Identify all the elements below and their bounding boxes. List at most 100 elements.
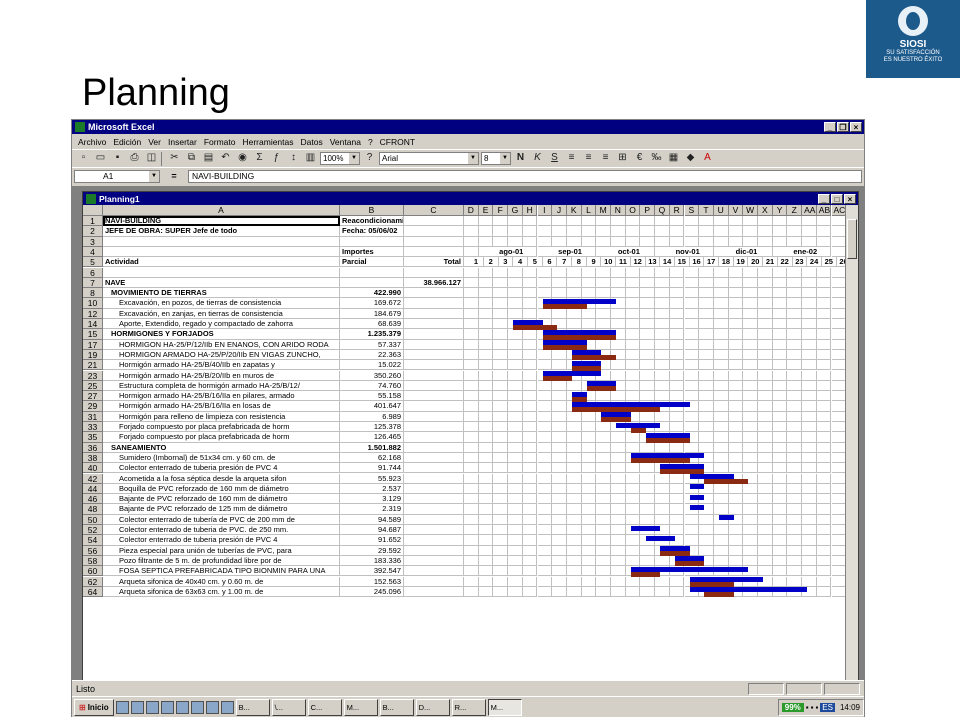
cell-total bbox=[404, 298, 464, 309]
gantt-cell bbox=[831, 319, 846, 330]
gantt-cell bbox=[699, 360, 714, 371]
quicklaunch-icon[interactable] bbox=[160, 700, 174, 714]
taskbar-task[interactable]: \... bbox=[271, 698, 306, 716]
quicklaunch-icon[interactable] bbox=[220, 700, 234, 714]
paste-icon[interactable]: ▤ bbox=[201, 151, 216, 166]
menu-item[interactable]: Ver bbox=[148, 137, 161, 147]
gantt-cell bbox=[831, 370, 846, 381]
copy-icon[interactable]: ⧉ bbox=[184, 151, 199, 166]
function-icon[interactable]: ƒ bbox=[269, 151, 284, 166]
gantt-cell bbox=[802, 576, 817, 587]
quicklaunch-icon[interactable] bbox=[190, 700, 204, 714]
italic-icon[interactable]: K bbox=[530, 151, 545, 166]
quicklaunch-icon[interactable] bbox=[115, 700, 129, 714]
close-button[interactable]: × bbox=[850, 122, 862, 132]
gantt-cell bbox=[493, 545, 509, 556]
tray-icon[interactable]: ▪ bbox=[815, 703, 818, 712]
zoom-select[interactable]: 100% ▼ bbox=[320, 152, 360, 165]
taskbar-task[interactable]: B... bbox=[235, 698, 270, 716]
quicklaunch-icon[interactable] bbox=[205, 700, 219, 714]
fill-color-icon[interactable]: ◆ bbox=[683, 151, 698, 166]
menu-item[interactable]: Datos bbox=[301, 137, 323, 147]
gantt-cell bbox=[611, 473, 626, 484]
save-icon[interactable]: ▪ bbox=[110, 151, 125, 166]
name-box[interactable]: A1 ▼ bbox=[74, 169, 160, 183]
gantt-cell bbox=[787, 525, 803, 536]
menu-item[interactable]: ? bbox=[368, 137, 373, 147]
gantt-cell bbox=[566, 277, 582, 289]
quicklaunch-icon[interactable] bbox=[130, 700, 144, 714]
language-indicator[interactable]: ES bbox=[820, 702, 835, 712]
gantt-bar bbox=[704, 592, 734, 598]
chart-icon[interactable]: ▥ bbox=[303, 151, 318, 166]
gantt-cell bbox=[655, 380, 670, 392]
taskbar-task[interactable]: M... bbox=[343, 698, 378, 716]
help-icon[interactable]: ? bbox=[362, 151, 377, 166]
gantt-cell bbox=[684, 442, 700, 453]
gantt-cell bbox=[508, 566, 523, 577]
bold-icon[interactable]: N bbox=[513, 151, 528, 166]
hyperlink-icon[interactable]: ◉ bbox=[235, 151, 250, 166]
start-button[interactable]: ⊞ Inicio bbox=[74, 698, 114, 716]
gantt-cell bbox=[522, 226, 538, 237]
gantt-cell bbox=[802, 349, 817, 361]
gantt-cell bbox=[728, 319, 744, 330]
wb-close-button[interactable]: × bbox=[844, 193, 856, 204]
cut-icon[interactable]: ✂ bbox=[167, 151, 182, 166]
print-icon[interactable]: ⎙ bbox=[127, 151, 142, 166]
underline-icon[interactable]: S bbox=[547, 151, 562, 166]
gantt-cell bbox=[640, 277, 656, 289]
gantt-cell bbox=[758, 277, 773, 289]
align-right-icon[interactable]: ≡ bbox=[598, 151, 613, 166]
preview-icon[interactable]: ◫ bbox=[144, 151, 159, 166]
gantt-cell bbox=[655, 483, 670, 495]
minimize-button[interactable]: _ bbox=[824, 122, 836, 132]
gantt-cell bbox=[625, 349, 641, 361]
menu-item[interactable]: Herramientas bbox=[242, 137, 293, 147]
vertical-scrollbar[interactable] bbox=[845, 205, 858, 681]
gantt-cell bbox=[684, 319, 700, 330]
font-select[interactable]: Arial ▼ bbox=[379, 152, 479, 165]
align-left-icon[interactable]: ≡ bbox=[564, 151, 579, 166]
gantt-cell bbox=[508, 504, 523, 515]
wb-minimize-button[interactable]: _ bbox=[818, 193, 830, 204]
gantt-cell bbox=[566, 586, 582, 598]
taskbar-task[interactable]: M... bbox=[487, 698, 522, 716]
merge-icon[interactable]: ⊞ bbox=[615, 151, 630, 166]
euro-icon[interactable]: € bbox=[632, 151, 647, 166]
quicklaunch-icon[interactable] bbox=[175, 700, 189, 714]
taskbar-task[interactable]: D... bbox=[415, 698, 450, 716]
menu-item[interactable]: Formato bbox=[204, 137, 236, 147]
open-icon[interactable]: ▭ bbox=[93, 151, 108, 166]
taskbar-task[interactable]: R... bbox=[451, 698, 486, 716]
new-icon[interactable]: ▫ bbox=[76, 151, 91, 166]
menu-item[interactable]: Archivo bbox=[78, 137, 106, 147]
quicklaunch-icon[interactable] bbox=[145, 700, 159, 714]
wb-maximize-button[interactable]: □ bbox=[831, 193, 843, 204]
taskbar-task[interactable]: C... bbox=[307, 698, 342, 716]
undo-icon[interactable]: ↶ bbox=[218, 151, 233, 166]
restore-button[interactable]: ❐ bbox=[837, 122, 849, 132]
gantt-cell bbox=[581, 545, 597, 556]
week-number: 20 bbox=[748, 257, 764, 268]
tray-icon[interactable]: ▪ bbox=[806, 703, 809, 712]
gantt-cell bbox=[493, 525, 509, 536]
gantt-cell bbox=[684, 329, 700, 340]
scroll-thumb[interactable] bbox=[847, 219, 857, 259]
sort-icon[interactable]: ↕ bbox=[286, 151, 301, 166]
borders-icon[interactable]: ▦ bbox=[666, 151, 681, 166]
font-color-icon[interactable]: A bbox=[700, 151, 715, 166]
align-center-icon[interactable]: ≡ bbox=[581, 151, 596, 166]
taskbar-task[interactable]: B... bbox=[379, 698, 414, 716]
menu-item[interactable]: Ventana bbox=[330, 137, 361, 147]
menu-item[interactable]: Edición bbox=[113, 137, 141, 147]
decimal-icon[interactable]: ‰ bbox=[649, 151, 664, 166]
font-size-select[interactable]: 8 ▼ bbox=[481, 152, 511, 165]
gantt-cell bbox=[640, 586, 656, 598]
autosum-icon[interactable]: Σ bbox=[252, 151, 267, 166]
menu-item[interactable]: Insertar bbox=[168, 137, 197, 147]
menu-item[interactable]: CFRONT bbox=[380, 137, 415, 147]
spreadsheet-grid[interactable]: A B C D E F G H I J K L M N O P Q R S T U V W X Y Z AA AB AC 1 NAVI-BU… bbox=[83, 205, 846, 681]
tray-icon[interactable]: ▪ bbox=[811, 703, 814, 712]
formula-input[interactable]: NAVI-BUILDING bbox=[188, 169, 862, 183]
